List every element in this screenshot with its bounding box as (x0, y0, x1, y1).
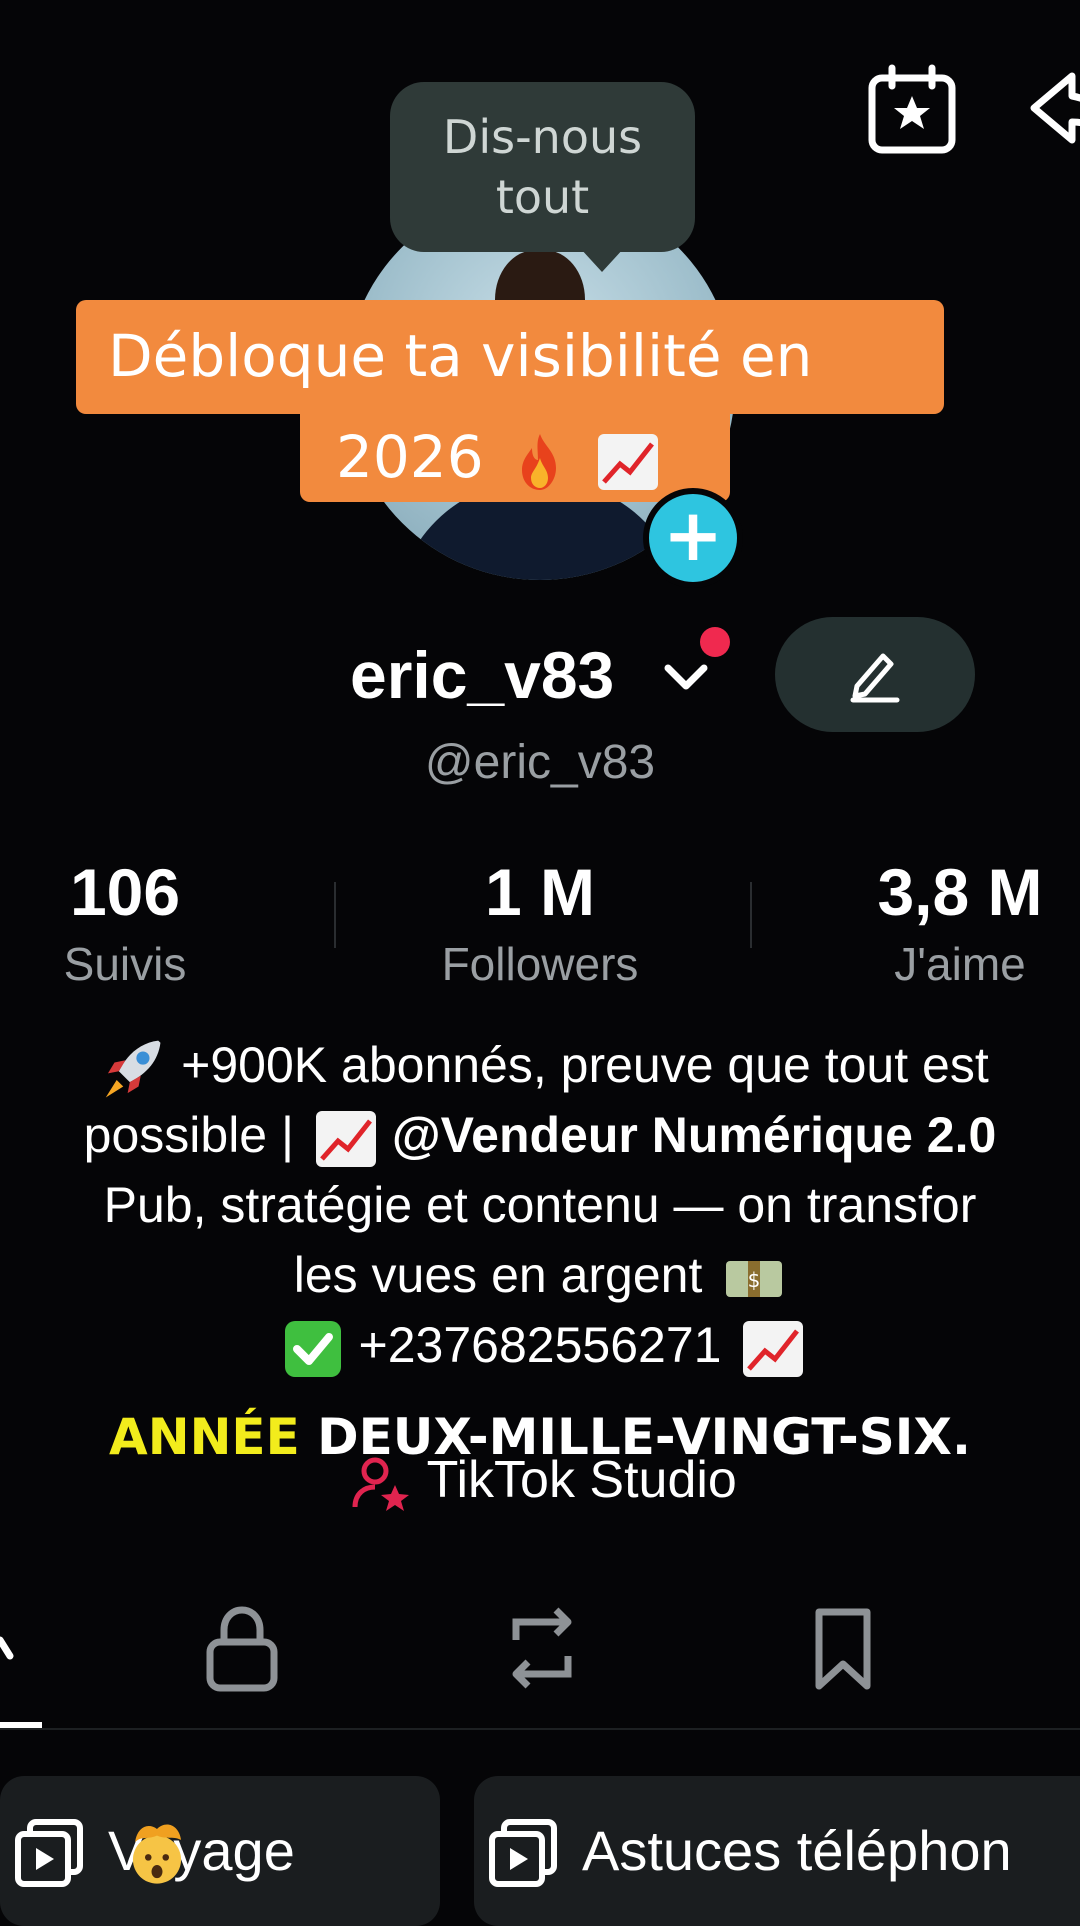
subtitle-highlight: ANNÉE (109, 1408, 300, 1466)
notification-dot (700, 627, 730, 657)
stat-following-label: Suivis (63, 938, 187, 990)
video-subtitle: ANNÉE DEUX-MILLE-VINGT-SIX. (0, 1402, 1080, 1472)
check-mark-button-icon (281, 1317, 345, 1381)
bio-line-1: +900K abonnés, preuve que tout est (0, 1030, 1080, 1104)
tooltip-bubble[interactable]: Dis-nous tout (390, 82, 695, 252)
playlist-card[interactable]: Astuces téléphon (474, 1776, 1080, 1926)
money-icon: $ (722, 1247, 786, 1311)
exploding-head-icon (132, 1808, 388, 1884)
stat-following-value: 106 (69, 855, 181, 929)
stat-followers-label: Followers (441, 938, 639, 990)
stat-likes-label: J'aime (894, 938, 1026, 990)
bio-mention-link[interactable]: @Vendeur Numérique 2.0 (392, 1107, 997, 1163)
chart-increasing-icon (596, 429, 660, 493)
profile-username: eric_v83 (350, 638, 615, 712)
svg-text:$: $ (748, 1268, 761, 1292)
bio-line-4: les vues en argent $ (0, 1240, 1080, 1311)
bio-line-5: +237682556271 (0, 1310, 1080, 1381)
rocket-icon (97, 1034, 167, 1104)
bio-text-2: possible | (83, 1107, 294, 1163)
share-icon[interactable] (1026, 62, 1080, 158)
playlist-icon (489, 1819, 557, 1887)
repost-icon[interactable] (494, 1600, 590, 1696)
fire-icon (508, 429, 572, 493)
bio-text-3: Pub, stratégie et contenu — on transfor (103, 1177, 977, 1233)
tab-separator (0, 1728, 1080, 1730)
stat-following[interactable]: 106 Suivis (0, 850, 295, 994)
subtitle-rest: DEUX-MILLE-VINGT-SIX. (299, 1408, 971, 1466)
edit-profile-button[interactable] (775, 617, 975, 732)
playlist-card[interactable]: Voyage (0, 1776, 440, 1926)
add-story-button[interactable]: + (643, 488, 743, 588)
pencil-icon (850, 653, 900, 703)
chevron-down-icon[interactable] (660, 650, 712, 702)
stat-followers[interactable]: 1 M Followers (370, 850, 710, 994)
playlist-title: Astuces téléphon (582, 1819, 1012, 1882)
chart-increasing-icon (314, 1107, 378, 1171)
bio-line-2: possible | @Vendeur Numérique 2.0 (0, 1100, 1080, 1171)
playlist-icon (15, 1819, 83, 1887)
stat-divider (750, 882, 752, 948)
stat-likes-value: 3,8 M (877, 855, 1043, 929)
bio-line-3: Pub, stratégie et contenu — on transfor (0, 1170, 1080, 1240)
promo-banner-line2: 2026 (300, 412, 730, 502)
lock-icon[interactable] (194, 1600, 290, 1696)
stat-divider (334, 882, 336, 948)
bookmark-icon[interactable] (795, 1600, 891, 1696)
tooltip-tail (580, 248, 624, 272)
banner-text-line2: 2026 (336, 423, 484, 491)
chart-increasing-icon (741, 1317, 805, 1381)
promo-banner-line1: Débloque ta visibilité en (76, 300, 944, 414)
calendar-star-icon[interactable] (864, 62, 960, 158)
plus-icon: + (662, 493, 724, 577)
stat-likes[interactable]: 3,8 M J'aime (790, 850, 1080, 994)
tooltip-text: Dis-nous tout (442, 110, 643, 224)
bio-text-4: les vues en argent (293, 1247, 703, 1303)
bio-phone-number[interactable]: +237682556271 (359, 1317, 722, 1373)
banner-text-line1: Débloque ta visibilité en (108, 322, 813, 390)
profile-handle: @eric_v83 (424, 736, 656, 789)
videos-tab-icon[interactable] (0, 1600, 36, 1696)
bio-text-1: +900K abonnés, preuve que tout est (181, 1037, 989, 1093)
stat-followers-value: 1 M (484, 855, 596, 929)
